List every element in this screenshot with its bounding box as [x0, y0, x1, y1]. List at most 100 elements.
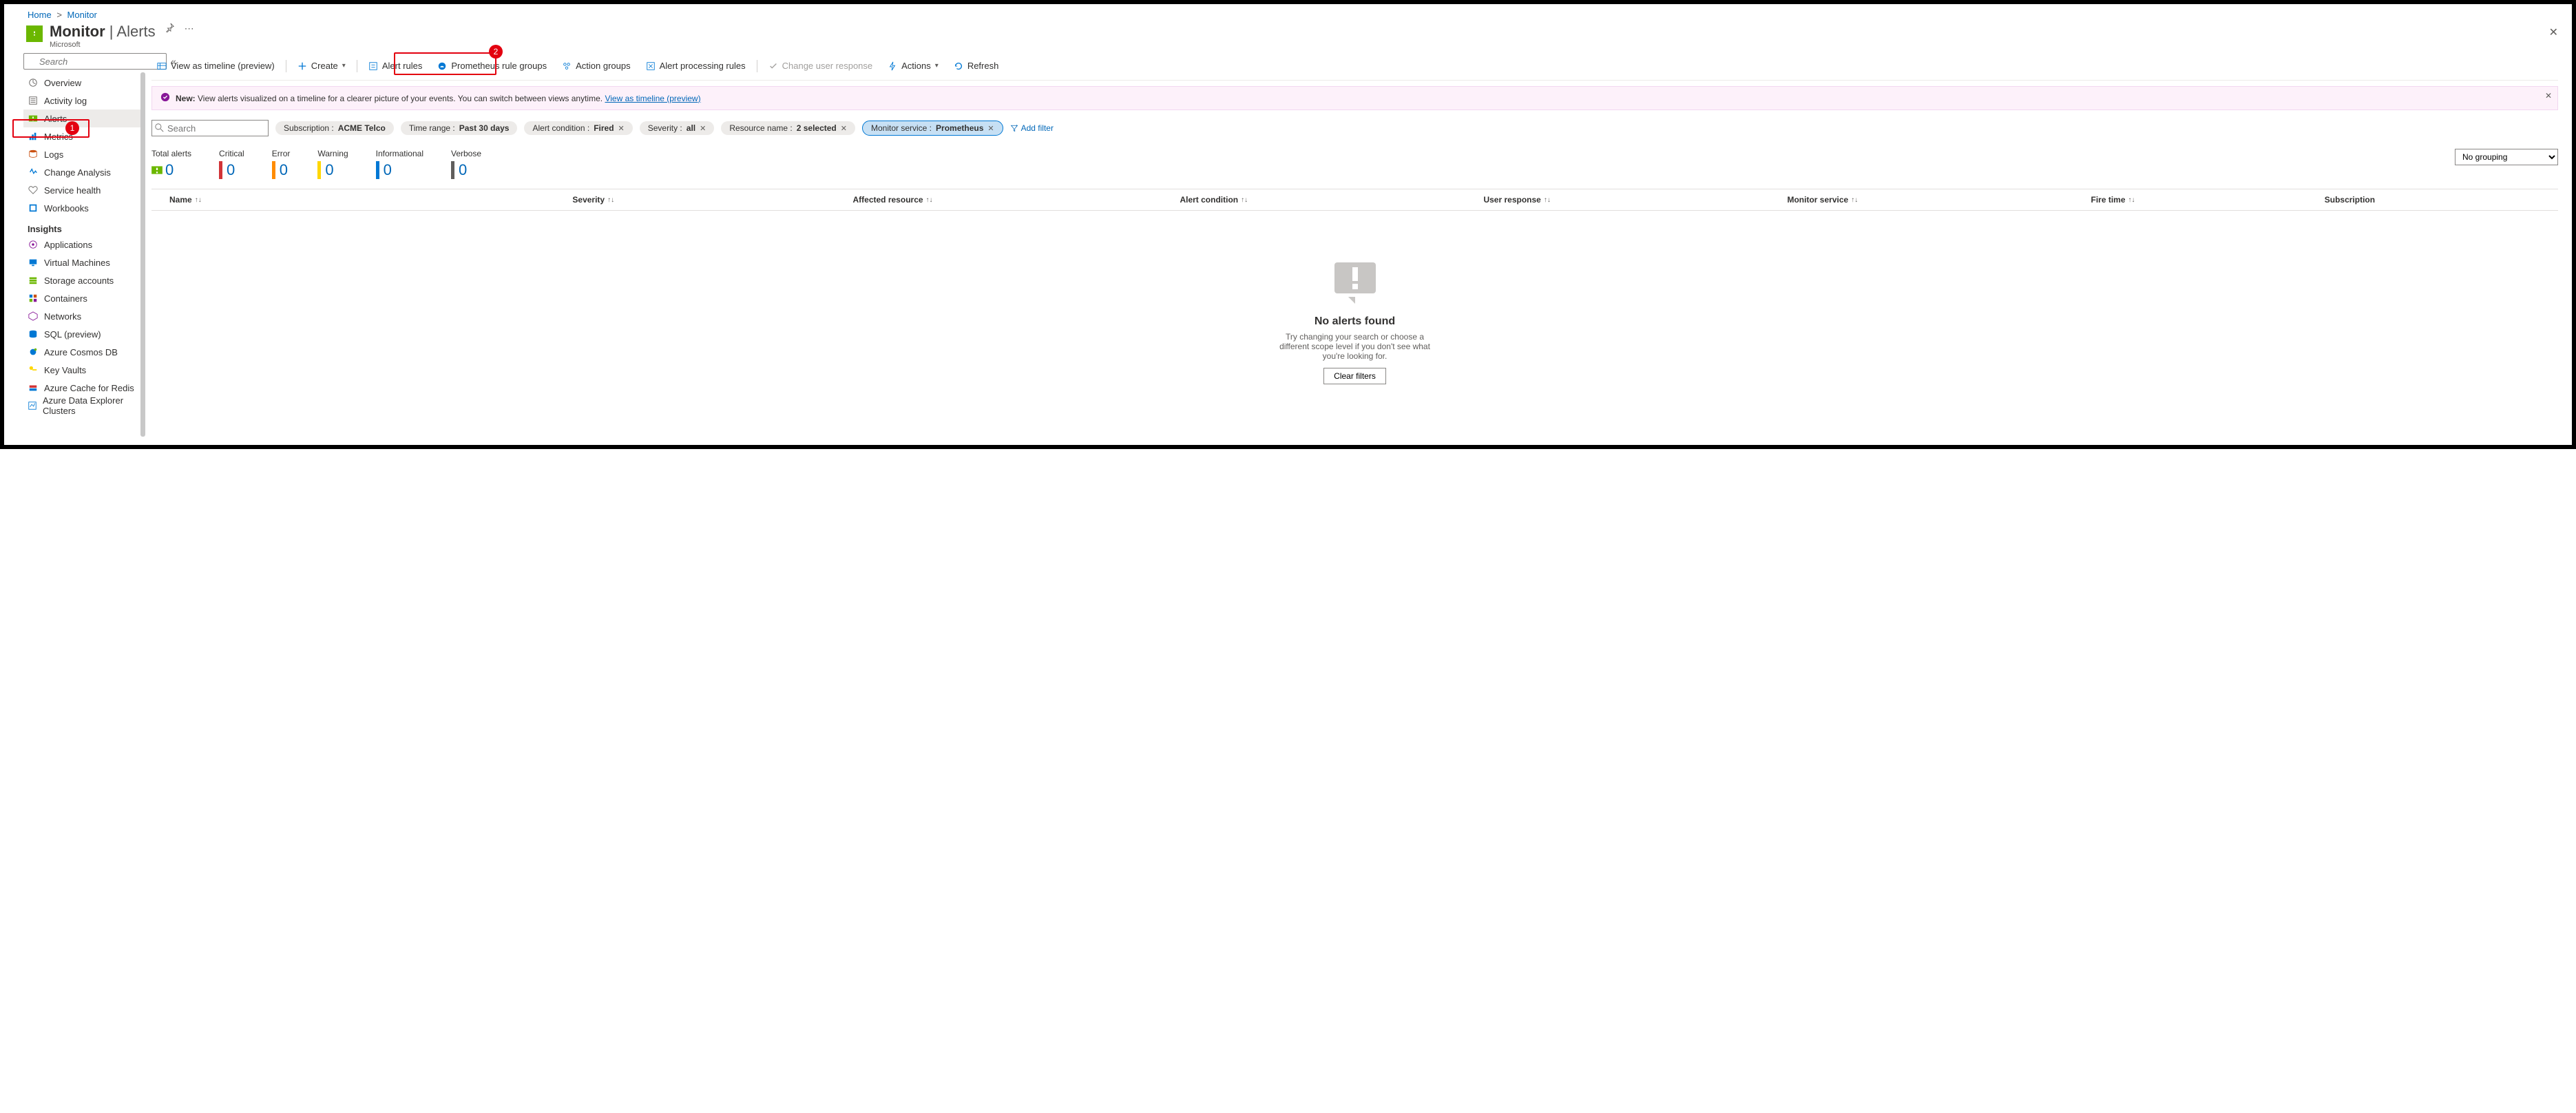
metrics-icon	[28, 131, 39, 142]
containers-icon	[28, 293, 39, 304]
sidebar-item-label: Service health	[44, 185, 101, 196]
lightning-icon	[888, 61, 897, 71]
sidebar-item-logs[interactable]: Logs	[23, 145, 140, 163]
sidebar-item-metrics[interactable]: Metrics	[23, 127, 140, 145]
sidebar-item-keyvaults[interactable]: Key Vaults	[23, 361, 140, 379]
refresh-icon	[954, 61, 963, 71]
filter-time-range[interactable]: Time range : Past 30 days	[401, 121, 518, 135]
banner-timeline-link[interactable]: View as timeline (preview)	[605, 94, 700, 103]
remove-filter-icon[interactable]: ✕	[841, 124, 847, 133]
add-filter-button[interactable]: + Add filter	[1010, 123, 1054, 133]
filter-monitor-service[interactable]: Monitor service : Prometheus✕	[862, 121, 1003, 136]
empty-icon	[1328, 259, 1383, 307]
info-icon	[160, 92, 170, 104]
filter-search-input[interactable]	[151, 120, 269, 136]
sidebar-item-redis[interactable]: Azure Cache for Redis	[23, 379, 140, 397]
pin-icon[interactable]	[165, 23, 175, 34]
stat-informational[interactable]: Informational 0	[376, 149, 423, 179]
sidebar-item-label: Azure Cache for Redis	[44, 383, 134, 393]
col-resource[interactable]: Affected resource↑↓	[853, 195, 1180, 205]
more-icon[interactable]: ⋯	[185, 23, 194, 34]
sidebar-item-service-health[interactable]: Service health	[23, 181, 140, 199]
sidebar-item-label: Azure Data Explorer Clusters	[43, 395, 136, 416]
refresh-button[interactable]: Refresh	[948, 58, 1005, 74]
remove-filter-icon[interactable]: ✕	[700, 124, 706, 133]
prometheus-rule-groups-button[interactable]: Prometheus rule groups	[432, 58, 552, 74]
stat-critical[interactable]: Critical 0	[219, 149, 244, 179]
processing-rules-icon	[646, 61, 656, 71]
logs-icon	[28, 149, 39, 160]
timeline-icon	[157, 61, 167, 71]
redis-icon	[28, 382, 39, 393]
action-groups-button[interactable]: Action groups	[556, 58, 636, 74]
clear-filters-button[interactable]: Clear filters	[1323, 368, 1386, 384]
create-button[interactable]: Create ▾	[292, 58, 351, 74]
sidebar-item-overview[interactable]: Overview	[23, 74, 140, 92]
remove-filter-icon[interactable]: ✕	[987, 124, 994, 133]
filter-subscription[interactable]: Subscription : ACME Telco	[275, 121, 394, 135]
stat-warning[interactable]: Warning 0	[317, 149, 348, 179]
grouping-select[interactable]: No grouping	[2455, 149, 2558, 165]
sidebar-item-containers[interactable]: Containers	[23, 289, 140, 307]
heart-icon	[28, 185, 39, 196]
remove-filter-icon[interactable]: ✕	[618, 124, 625, 133]
svg-text:+: +	[1015, 125, 1018, 129]
sidebar-item-label: SQL (preview)	[44, 329, 101, 340]
networks-icon	[28, 311, 39, 322]
sidebar-item-label: Alerts	[44, 114, 67, 124]
page-title: Monitor | Alerts	[50, 23, 156, 41]
adx-icon	[28, 400, 37, 411]
check-icon	[768, 61, 778, 71]
breadcrumb-monitor[interactable]: Monitor	[67, 10, 97, 20]
banner-close-button[interactable]: ✕	[2545, 91, 2552, 101]
alert-processing-rules-button[interactable]: Alert processing rules	[640, 58, 751, 74]
sql-icon	[28, 329, 39, 340]
action-groups-icon	[562, 61, 572, 71]
filter-alert-condition[interactable]: Alert condition : Fired✕	[524, 121, 632, 135]
col-fire-time[interactable]: Fire time↑↓	[2091, 195, 2325, 205]
sidebar-item-activity-log[interactable]: Activity log	[23, 92, 140, 110]
col-subscription[interactable]: Subscription	[2325, 195, 2558, 205]
sidebar-item-networks[interactable]: Networks	[23, 307, 140, 325]
sidebar-item-adx[interactable]: Azure Data Explorer Clusters	[23, 397, 140, 415]
sidebar-item-storage[interactable]: Storage accounts	[23, 271, 140, 289]
sidebar-item-sql[interactable]: SQL (preview)	[23, 325, 140, 343]
alert-rules-icon	[368, 61, 378, 71]
sidebar-item-label: Logs	[44, 149, 63, 160]
info-banner: New: View alerts visualized on a timelin…	[151, 86, 2558, 110]
col-severity[interactable]: Severity↑↓	[572, 195, 852, 205]
sidebar-item-workbooks[interactable]: Workbooks	[23, 199, 140, 217]
sidebar-item-label: Activity log	[44, 96, 87, 106]
toolbar: View as timeline (preview) Create ▾ Aler…	[151, 53, 2558, 81]
insights-section-label: Insights	[23, 217, 140, 236]
actions-button[interactable]: Actions ▾	[882, 58, 944, 74]
search-icon	[155, 123, 164, 132]
alert-rules-button[interactable]: Alert rules	[363, 58, 428, 74]
sidebar-item-change-analysis[interactable]: Change Analysis	[23, 163, 140, 181]
stat-error[interactable]: Error 0	[272, 149, 291, 179]
main-content: View as timeline (preview) Create ▾ Aler…	[145, 53, 2569, 444]
stat-total[interactable]: Total alerts 0	[151, 149, 191, 179]
col-response[interactable]: User response↑↓	[1483, 195, 1787, 205]
empty-title: No alerts found	[151, 315, 2558, 328]
col-service[interactable]: Monitor service↑↓	[1787, 195, 2091, 205]
sidebar-item-vms[interactable]: Virtual Machines	[23, 253, 140, 271]
breadcrumb-home[interactable]: Home	[28, 10, 52, 20]
view-timeline-button[interactable]: View as timeline (preview)	[151, 58, 280, 74]
col-condition[interactable]: Alert condition↑↓	[1180, 195, 1483, 205]
sidebar-item-applications[interactable]: Applications	[23, 236, 140, 253]
prometheus-icon	[437, 61, 447, 71]
sidebar-item-label: Applications	[44, 240, 92, 250]
stat-verbose[interactable]: Verbose 0	[451, 149, 481, 179]
sidebar-item-cosmos[interactable]: Azure Cosmos DB	[23, 343, 140, 361]
sidebar-item-alerts[interactable]: Alerts	[23, 110, 140, 127]
col-name[interactable]: Name↑↓	[151, 195, 572, 205]
overview-icon	[28, 77, 39, 88]
workbooks-icon	[28, 202, 39, 214]
change-analysis-icon	[28, 167, 39, 178]
filter-severity[interactable]: Severity : all✕	[640, 121, 715, 135]
close-button[interactable]: ✕	[2545, 21, 2562, 43]
filter-resource-name[interactable]: Resource name : 2 selected✕	[721, 121, 855, 135]
activity-log-icon	[28, 95, 39, 106]
filter-bar: Subscription : ACME Telco Time range : P…	[151, 120, 2558, 136]
